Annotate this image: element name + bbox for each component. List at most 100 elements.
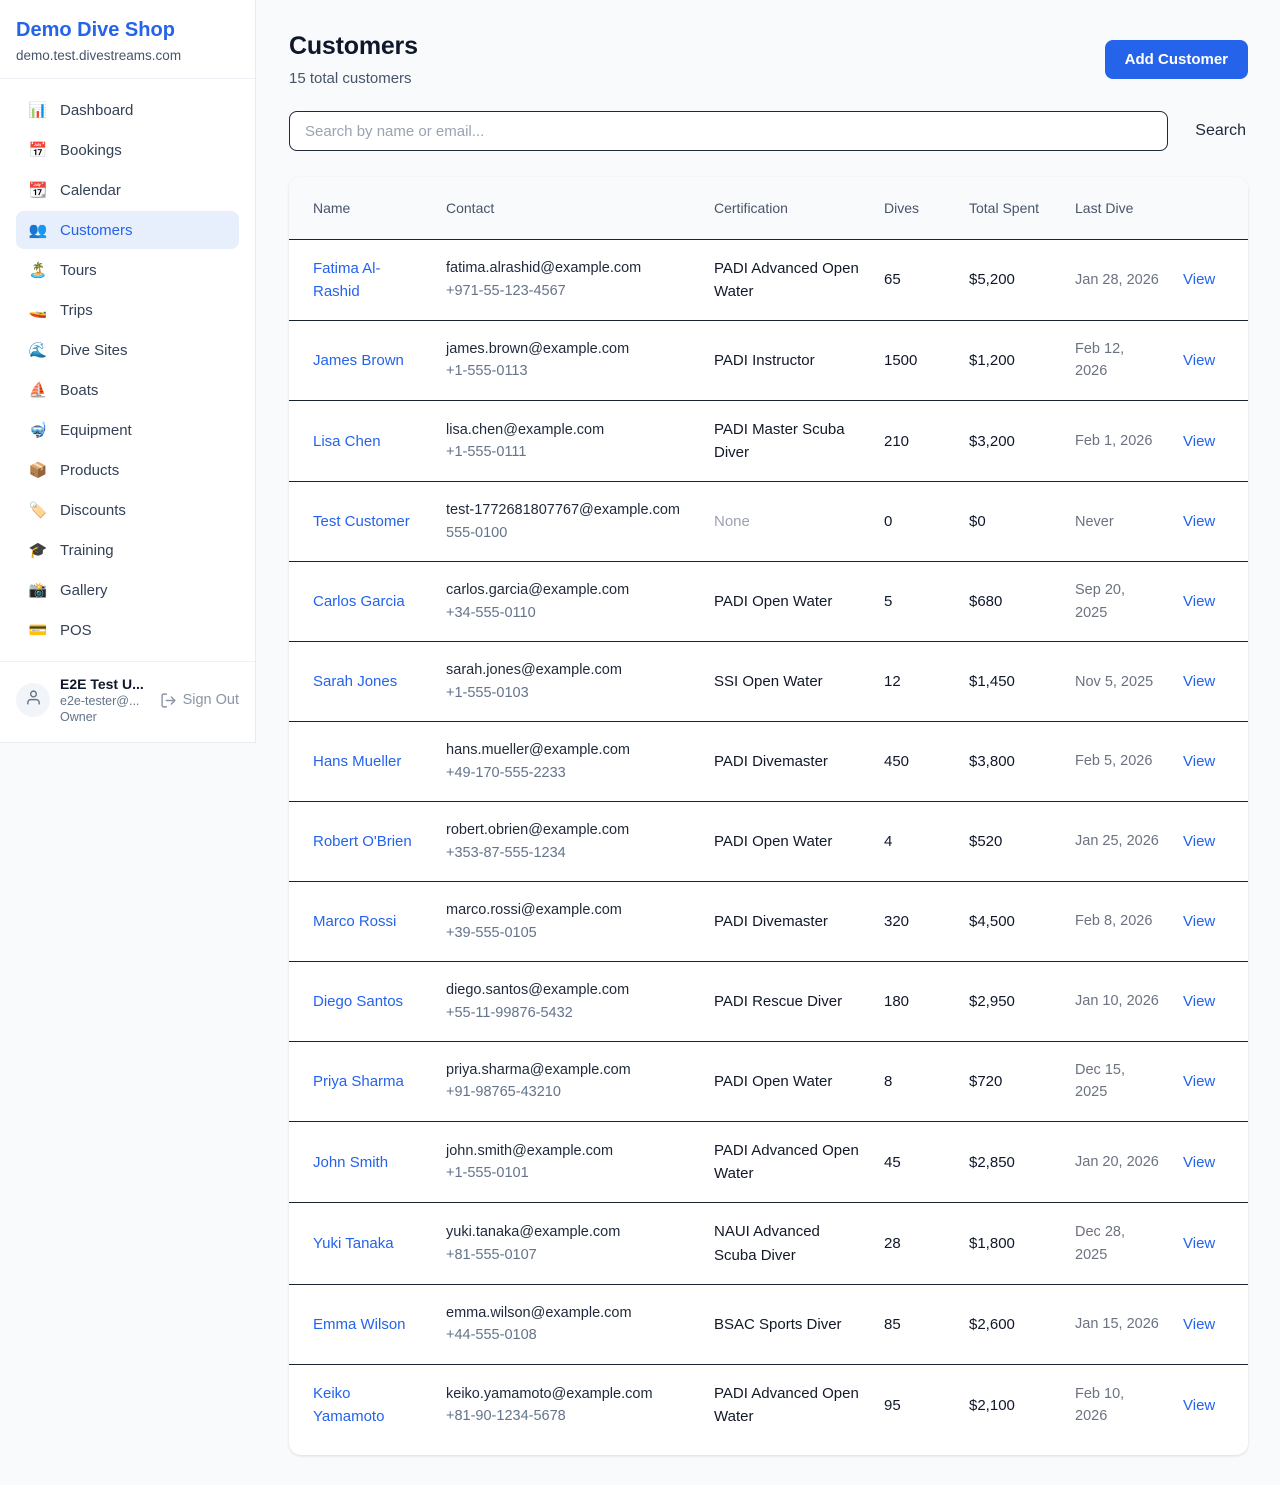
- customer-name-link[interactable]: John Smith: [313, 1154, 388, 1171]
- table-row: Marco Rossi marco.rossi@example.com +39-…: [289, 882, 1248, 962]
- cell-certification: PADI Advanced Open Water: [702, 1121, 872, 1203]
- view-link[interactable]: View: [1183, 593, 1215, 610]
- view-link[interactable]: View: [1183, 271, 1215, 288]
- customer-phone: +1-555-0101: [446, 1162, 690, 1184]
- cell-contact: marco.rossi@example.com +39-555-0105: [434, 882, 702, 962]
- cell-total-spent: $3,800: [957, 722, 1063, 802]
- view-link[interactable]: View: [1183, 352, 1215, 369]
- cell-name: Marco Rossi: [289, 882, 434, 962]
- cell-dives: 5: [872, 562, 957, 642]
- cell-last-dive: Feb 10, 2026: [1063, 1364, 1171, 1445]
- view-link[interactable]: View: [1183, 993, 1215, 1010]
- sidebar-item-gallery[interactable]: 📸 Gallery: [16, 571, 239, 609]
- customer-name-link[interactable]: Yuki Tanaka: [313, 1235, 394, 1252]
- sidebar-item-pos[interactable]: 💳 POS: [16, 611, 239, 649]
- sidebar-item-label: Tours: [60, 262, 97, 279]
- cell-total-spent: $520: [957, 802, 1063, 882]
- sidebar-item-bookings[interactable]: 📅 Bookings: [16, 131, 239, 169]
- customer-name-link[interactable]: Carlos Garcia: [313, 593, 405, 610]
- cell-total-spent: $4,500: [957, 882, 1063, 962]
- sailboat-icon: ⛵: [28, 381, 48, 399]
- view-link[interactable]: View: [1183, 833, 1215, 850]
- view-link[interactable]: View: [1183, 1316, 1215, 1333]
- customer-name-link[interactable]: Lisa Chen: [313, 433, 381, 450]
- customer-name-link[interactable]: Fatima Al-Rashid: [313, 260, 381, 300]
- column-header-last-dive: Last Dive: [1063, 177, 1171, 239]
- table-header: NameContactCertificationDivesTotal Spent…: [289, 177, 1248, 239]
- customer-name-link[interactable]: Diego Santos: [313, 993, 403, 1010]
- customer-phone: +44-555-0108: [446, 1324, 690, 1346]
- sidebar-item-customers[interactable]: 👥 Customers: [16, 211, 239, 249]
- customer-phone: +55-11-99876-5432: [446, 1002, 690, 1024]
- cell-contact: hans.mueller@example.com +49-170-555-223…: [434, 722, 702, 802]
- cell-name: Yuki Tanaka: [289, 1203, 434, 1285]
- cell-name: Carlos Garcia: [289, 562, 434, 642]
- user-footer: E2E Test U... e2e-tester@... Owner Sign …: [0, 661, 255, 742]
- customer-email: john.smith@example.com: [446, 1140, 690, 1162]
- user-name: E2E Test U...: [60, 676, 150, 692]
- sidebar-item-training[interactable]: 🎓 Training: [16, 531, 239, 569]
- customer-name-link[interactable]: Emma Wilson: [313, 1316, 406, 1333]
- calendar-date-icon: 📅: [28, 141, 48, 159]
- customer-phone: +1-555-0111: [446, 441, 690, 463]
- view-link[interactable]: View: [1183, 753, 1215, 770]
- search-input[interactable]: [289, 111, 1168, 151]
- camera-flash-icon: 📸: [28, 581, 48, 599]
- sidebar-item-boats[interactable]: ⛵ Boats: [16, 371, 239, 409]
- cell-name: Diego Santos: [289, 962, 434, 1042]
- view-link[interactable]: View: [1183, 913, 1215, 930]
- cell-dives: 210: [872, 400, 957, 482]
- user-role: Owner: [60, 710, 150, 724]
- customer-phone: +81-555-0107: [446, 1244, 690, 1266]
- cell-certification: PADI Open Water: [702, 1042, 872, 1122]
- sidebar-item-discounts[interactable]: 🏷️ Discounts: [16, 491, 239, 529]
- customer-phone: +39-555-0105: [446, 922, 690, 944]
- view-link[interactable]: View: [1183, 1235, 1215, 1252]
- cell-action: View: [1171, 802, 1248, 882]
- cell-action: View: [1171, 482, 1248, 562]
- view-link[interactable]: View: [1183, 1397, 1215, 1414]
- customer-phone: +91-98765-43210: [446, 1081, 690, 1103]
- cell-last-dive: Nov 5, 2025: [1063, 642, 1171, 722]
- cell-certification: BSAC Sports Diver: [702, 1284, 872, 1364]
- sidebar-item-products[interactable]: 📦 Products: [16, 451, 239, 489]
- sidebar-item-equipment[interactable]: 🤿 Equipment: [16, 411, 239, 449]
- sidebar-item-calendar[interactable]: 📆 Calendar: [16, 171, 239, 209]
- add-customer-button[interactable]: Add Customer: [1105, 40, 1248, 79]
- view-link[interactable]: View: [1183, 673, 1215, 690]
- bar-chart-icon: 📊: [28, 101, 48, 119]
- page-title: Customers: [289, 32, 418, 61]
- customer-name-link[interactable]: Keiko Yamamoto: [313, 1385, 384, 1425]
- customer-name-link[interactable]: Test Customer: [313, 513, 410, 530]
- customer-email: carlos.garcia@example.com: [446, 579, 690, 601]
- customer-name-link[interactable]: Sarah Jones: [313, 673, 397, 690]
- cell-dives: 180: [872, 962, 957, 1042]
- sidebar-item-dashboard[interactable]: 📊 Dashboard: [16, 91, 239, 129]
- customer-phone: +81-90-1234-5678: [446, 1405, 690, 1427]
- customer-name-link[interactable]: James Brown: [313, 352, 404, 369]
- customer-phone: +353-87-555-1234: [446, 842, 690, 864]
- customer-name-link[interactable]: Marco Rossi: [313, 913, 396, 930]
- cell-dives: 95: [872, 1364, 957, 1445]
- customer-name-link[interactable]: Hans Mueller: [313, 753, 401, 770]
- sidebar-item-label: Dashboard: [60, 102, 133, 119]
- cell-certification: PADI Open Water: [702, 562, 872, 642]
- view-link[interactable]: View: [1183, 1073, 1215, 1090]
- customer-name-link[interactable]: Robert O'Brien: [313, 833, 412, 850]
- view-link[interactable]: View: [1183, 1154, 1215, 1171]
- sidebar-item-tours[interactable]: 🏝️ Tours: [16, 251, 239, 289]
- view-link[interactable]: View: [1183, 513, 1215, 530]
- cell-contact: diego.santos@example.com +55-11-99876-54…: [434, 962, 702, 1042]
- graduation-cap-icon: 🎓: [28, 541, 48, 559]
- sidebar-item-label: POS: [60, 622, 92, 639]
- search-button[interactable]: Search: [1193, 118, 1248, 144]
- cell-contact: carlos.garcia@example.com +34-555-0110: [434, 562, 702, 642]
- main-content: Customers 15 total customers Add Custome…: [256, 0, 1280, 1479]
- customer-name-link[interactable]: Priya Sharma: [313, 1073, 404, 1090]
- cell-last-dive: Jan 20, 2026: [1063, 1121, 1171, 1203]
- sidebar-item-trips[interactable]: 🚤 Trips: [16, 291, 239, 329]
- sign-out-button[interactable]: Sign Out: [160, 692, 239, 709]
- view-link[interactable]: View: [1183, 433, 1215, 450]
- cell-certification: PADI Open Water: [702, 802, 872, 882]
- sidebar-item-dive-sites[interactable]: 🌊 Dive Sites: [16, 331, 239, 369]
